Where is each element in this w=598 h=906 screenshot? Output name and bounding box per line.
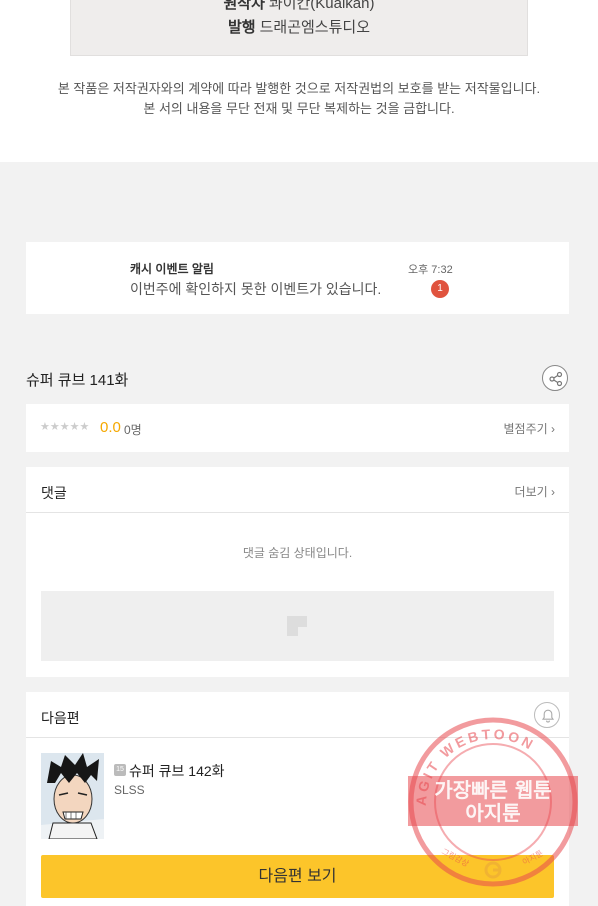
episode-title: 슈퍼 큐브 141화 <box>26 372 129 389</box>
publisher-value: 드래곤엠스튜디오 <box>259 19 370 36</box>
comments-header: 댓글 <box>41 485 67 501</box>
notification-bell-button[interactable] <box>534 702 560 728</box>
author-label: 원작자 <box>223 0 265 12</box>
next-episode-card: 다음편 15 슈퍼 큐브 142화 SLSS 다음편 보기 <box>26 692 569 906</box>
comments-hidden-message: 댓글 숨김 상태입니다. <box>242 546 353 560</box>
event-count-badge: 1 <box>431 280 449 298</box>
share-button[interactable] <box>542 365 568 391</box>
author-row: 원작자 콰이칸(Kuaikan) <box>71 0 527 13</box>
next-episode-title[interactable]: 슈퍼 큐브 142화 <box>129 761 225 781</box>
event-time: 오후 7:32 <box>408 264 453 276</box>
publisher-label: 발행 <box>227 19 256 36</box>
star-rating: ★★★★★ <box>40 421 90 433</box>
rating-card: ★★★★★ 0.0 0명 별점주기 › <box>26 404 569 452</box>
rating-score: 0.0 <box>100 419 121 436</box>
age-rating-badge: 15 <box>114 764 126 776</box>
notice-line-2: 본 서의 내용을 무단 전재 및 무단 복제하는 것을 금합니다. <box>143 101 455 116</box>
event-notification[interactable]: 캐시 이벤트 알림 이번주에 확인하지 못한 이벤트가 있습니다. 오후 7:3… <box>26 242 569 314</box>
bell-icon <box>541 709 555 723</box>
comments-more-link[interactable]: 더보기 › <box>515 483 555 500</box>
character-illustration <box>41 753 104 839</box>
next-episode-thumbnail[interactable] <box>41 753 104 839</box>
next-episode-header: 다음편 <box>41 710 80 726</box>
rating-count: 0명 <box>124 423 142 437</box>
divider <box>26 737 569 738</box>
copyright-section: 원작자 콰이칸(Kuaikan) 발행 드래곤엠스튜디오 본 작품은 저작권자와의 … <box>0 0 598 162</box>
comments-card: 댓글 더보기 › 댓글 숨김 상태입니다. <box>26 467 569 677</box>
image-placeholder-icon <box>287 616 307 636</box>
next-episode-artist: SLSS <box>114 783 145 797</box>
rate-button[interactable]: 별점주기 › <box>504 420 556 437</box>
copyright-notice: 본 작품은 저작권자와의 계약에 따라 발행한 것으로 저작권법의 보호를 받는… <box>0 79 598 119</box>
notice-line-1: 본 작품은 저작권자와의 계약에 따라 발행한 것으로 저작권법의 보호를 받는… <box>57 81 541 96</box>
copyright-box: 원작자 콰이칸(Kuaikan) 발행 드래곤엠스튜디오 <box>70 0 528 56</box>
author-value: 콰이칸(Kuaikan) <box>268 0 375 12</box>
next-episode-button[interactable]: 다음편 보기 <box>41 855 554 898</box>
ad-placeholder[interactable] <box>41 591 554 661</box>
event-title: 캐시 이벤트 알림 <box>130 262 214 276</box>
share-icon <box>549 371 563 387</box>
event-subtitle: 이번주에 확인하지 못한 이벤트가 있습니다. <box>130 281 382 297</box>
publisher-row: 발행 드래곤엠스튜디오 <box>71 16 527 37</box>
divider <box>26 512 569 513</box>
